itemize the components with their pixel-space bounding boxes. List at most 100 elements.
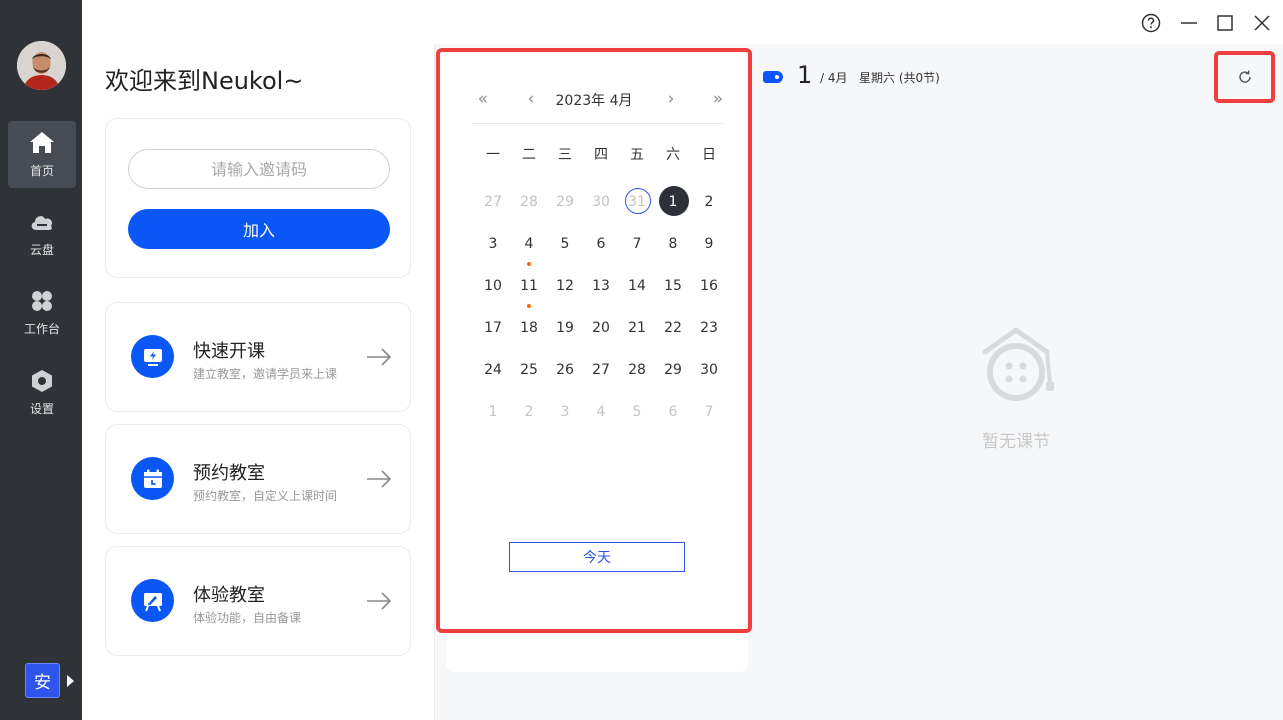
calendar-day[interactable]: 28 <box>619 356 655 384</box>
calendar-day-number: 28 <box>628 362 646 378</box>
home-icon <box>29 130 55 156</box>
calendar-day[interactable]: 20 <box>583 314 619 342</box>
refresh-icon <box>1238 70 1251 83</box>
minimize-icon[interactable] <box>1178 12 1200 34</box>
calendar-day[interactable]: 4 <box>583 398 619 426</box>
weekday-label: 四 <box>594 147 608 163</box>
calendar-day[interactable]: 28 <box>511 188 547 216</box>
close-icon[interactable] <box>1251 12 1273 34</box>
calendar-day[interactable]: 5 <box>619 398 655 426</box>
calendar-day-number: 21 <box>628 320 646 336</box>
sidebar: 首页 云盘 工作台 设置 安 <box>0 0 82 720</box>
calendar-day-number: 5 <box>632 404 642 420</box>
calendar-day[interactable]: 6 <box>655 398 691 426</box>
calendar-day-number: 17 <box>484 320 502 336</box>
arrow-right-icon <box>367 592 392 610</box>
calendar-day[interactable]: 3 <box>547 398 583 426</box>
quick-class-icon <box>131 335 174 378</box>
calendar-day[interactable]: 18 <box>511 314 547 342</box>
calendar-day[interactable]: 1 <box>475 398 511 426</box>
today-button[interactable]: 今天 <box>509 542 685 572</box>
feature-card-trial-class[interactable]: 体验教室 体验功能，自由备课 <box>105 546 411 656</box>
calendar-day-number: 1 <box>488 404 498 420</box>
feature-title: 快速开课 <box>193 341 265 362</box>
calendar-day[interactable]: 15 <box>655 272 691 300</box>
calendar-day[interactable]: 30 <box>691 356 727 384</box>
calendar-day[interactable]: 22 <box>655 314 691 342</box>
event-dot <box>527 262 531 266</box>
calendar-day-number: 22 <box>664 320 682 336</box>
calendar-day[interactable]: 7 <box>691 398 727 426</box>
next-year-icon[interactable]: » <box>707 89 729 109</box>
calendar-day[interactable]: 3 <box>475 230 511 258</box>
calendar-day[interactable]: 23 <box>691 314 727 342</box>
calendar-day[interactable]: 25 <box>511 356 547 384</box>
calendar-day[interactable]: 7 <box>619 230 655 258</box>
calendar-day[interactable]: 11 <box>511 272 547 308</box>
calendar: « ‹ 2023年 4月 › » 一二三四五六日 27 28 29 30 31 1 2 3 4 5… <box>436 48 752 633</box>
sidebar-item-workbench[interactable]: 工作台 <box>8 279 76 346</box>
user-avatar[interactable] <box>17 41 66 90</box>
calendar-day-number: 20 <box>592 320 610 336</box>
event-dot <box>527 304 531 308</box>
calendar-day[interactable]: 27 <box>583 356 619 384</box>
calendar-day[interactable]: 27 <box>475 188 511 216</box>
calendar-day[interactable]: 29 <box>547 188 583 216</box>
calendar-day-number: 27 <box>484 194 502 210</box>
calendar-day[interactable]: 16 <box>691 272 727 300</box>
feature-subtitle: 建立教室，邀请学员来上课 <box>193 367 338 381</box>
calendar-day-number: 13 <box>592 278 610 294</box>
calendar-day[interactable]: 10 <box>475 272 511 300</box>
sidebar-item-cloud[interactable]: 云盘 <box>8 200 76 267</box>
sidebar-item-label: 工作台 <box>23 322 60 336</box>
weekday-label: 日 <box>702 147 716 163</box>
calendar-day[interactable]: 19 <box>547 314 583 342</box>
invite-code-input[interactable] <box>128 149 390 189</box>
calendar-title: 2023年 4月 <box>555 93 633 109</box>
calendar-day[interactable]: 2 <box>511 398 547 426</box>
invite-card: 加入 <box>105 118 411 278</box>
calendar-day[interactable]: 6 <box>583 230 619 258</box>
calendar-day[interactable]: 14 <box>619 272 655 300</box>
expand-arrow-icon[interactable] <box>67 675 74 687</box>
language-button[interactable]: 安 <box>25 663 60 698</box>
calendar-day-number: 28 <box>520 194 538 210</box>
calendar-day[interactable]: 2 <box>691 188 727 216</box>
calendar-day[interactable]: 4 <box>511 230 547 266</box>
calendar-day-number: 16 <box>700 278 718 294</box>
calendar-day[interactable]: 24 <box>475 356 511 384</box>
calendar-day-number: 30 <box>592 194 610 210</box>
feature-card-book-class[interactable]: 预约教室 预约教室，自定义上课时间 <box>105 424 411 534</box>
weekday-label: 三 <box>558 147 572 163</box>
feature-card-quick-class[interactable]: 快速开课 建立教室，邀请学员来上课 <box>105 302 411 412</box>
maximize-icon[interactable] <box>1214 12 1236 34</box>
empty-state-icon <box>982 327 1054 401</box>
calendar-day[interactable]: 21 <box>619 314 655 342</box>
calendar-day-number: 1 <box>668 194 678 210</box>
calendar-day[interactable]: 1 <box>655 186 691 216</box>
calendar-day[interactable]: 9 <box>691 230 727 258</box>
calendar-day[interactable]: 26 <box>547 356 583 384</box>
calendar-day[interactable]: 12 <box>547 272 583 300</box>
join-button[interactable]: 加入 <box>128 209 390 249</box>
calendar-icon <box>131 457 174 500</box>
help-icon[interactable] <box>1140 12 1162 34</box>
refresh-button[interactable] <box>1214 51 1275 103</box>
sidebar-item-home[interactable]: 首页 <box>8 121 76 188</box>
sidebar-item-settings[interactable]: 设置 <box>8 359 76 426</box>
calendar-day-number: 12 <box>556 278 574 294</box>
calendar-day[interactable]: 13 <box>583 272 619 300</box>
calendar-day-number: 7 <box>704 404 714 420</box>
calendar-day-number: 30 <box>700 362 718 378</box>
calendar-day-number: 24 <box>484 362 502 378</box>
calendar-day[interactable]: 17 <box>475 314 511 342</box>
calendar-day[interactable]: 5 <box>547 230 583 258</box>
calendar-day[interactable]: 8 <box>655 230 691 258</box>
calendar-day[interactable]: 30 <box>583 188 619 216</box>
calendar-day-number: 18 <box>520 320 538 336</box>
calendar-divider <box>472 123 724 124</box>
calendar-day[interactable]: 29 <box>655 356 691 384</box>
calendar-day-number: 5 <box>560 236 570 252</box>
calendar-day[interactable]: 31 <box>619 188 655 216</box>
next-month-icon[interactable]: › <box>660 89 682 109</box>
